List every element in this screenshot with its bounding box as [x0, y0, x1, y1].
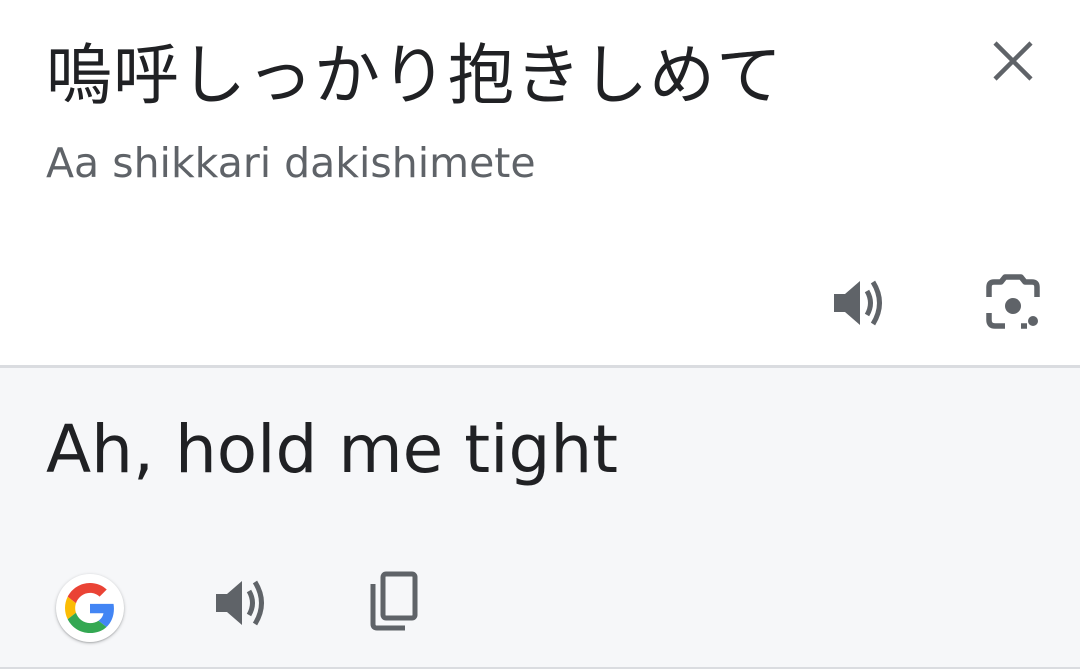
google-g-icon — [65, 583, 114, 633]
copy-icon — [370, 571, 418, 631]
lens-camera-icon — [986, 274, 1040, 329]
close-icon — [993, 41, 1033, 81]
copy-button[interactable] — [360, 568, 426, 634]
google-search-button[interactable] — [56, 574, 124, 642]
result-panel: Ah, hold me tight — [0, 368, 1080, 667]
source-panel: 嗚呼しっかり抱きしめて Aa shikkari dakishimete — [0, 0, 1080, 366]
speaker-icon — [216, 580, 264, 626]
translation-text[interactable]: Ah, hold me tight — [46, 408, 618, 492]
lens-button[interactable] — [980, 270, 1046, 336]
source-text[interactable]: 嗚呼しっかり抱きしめて — [46, 30, 783, 122]
source-romanization: Aa shikkari dakishimete — [46, 139, 536, 187]
target-speak-button[interactable] — [208, 570, 274, 636]
close-button[interactable] — [982, 30, 1044, 92]
speaker-icon — [834, 280, 882, 326]
source-speak-button[interactable] — [826, 272, 892, 334]
